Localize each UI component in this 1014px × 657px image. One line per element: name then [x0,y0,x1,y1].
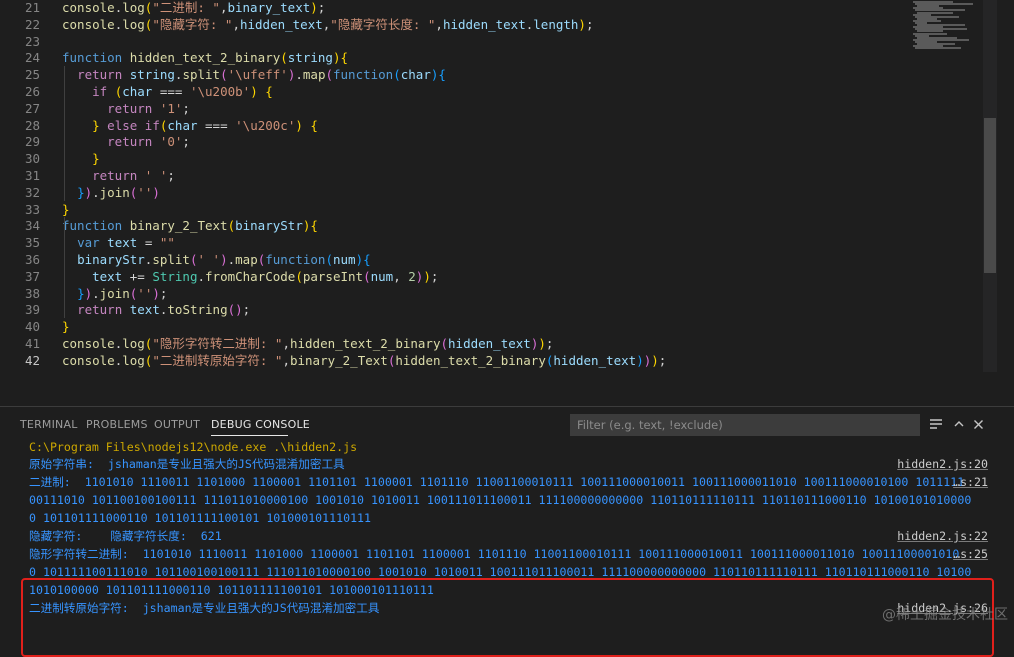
code-text: } [62,201,70,217]
line-number: 31 [24,168,40,183]
code-text: return '0'; [107,134,190,150]
code-text: return ' '; [92,168,175,183]
line-number: 23 [24,33,40,49]
console-line: 原始字符串: jshaman是专业且强大的JS代码混淆加密工具 [29,457,345,471]
line-number: 21 [24,0,40,15]
tab-output[interactable]: OUTPUT [154,418,200,431]
line-number: 37 [24,268,40,284]
line-number: 30 [24,151,40,167]
tab-debug-console[interactable]: DEBUG CONSOLE [211,418,310,431]
line-number: 38 [24,285,40,301]
source-link[interactable]: hidden2.js:22 [897,528,988,545]
bottom-panel: TERMINAL PROBLEMS OUTPUT DEBUG CONSOLE F… [0,406,1014,657]
console-line: 1010100000 101101111000110 1011011111001… [29,583,434,597]
console-line: 隐形字符转二进制: 1101010 1110011 1101000 110000… [29,547,960,561]
code-text: var text = "" [77,235,175,251]
code-text: } [92,151,100,167]
line-number: 41 [24,336,40,351]
line-number: 27 [24,100,40,116]
console-line: 二进制转原始字符: jshaman是专业且强大的JS代码混淆加密工具 [29,601,380,615]
line-number: 35 [24,235,40,251]
code-text: console.log("隐形字符转二进制: ",hidden_text_2_b… [62,336,554,351]
code-text: console.log("隐藏字符: ",hidden_text,"隐藏字符长度… [62,16,594,32]
indent-guide [64,66,65,201]
line-number: 34 [24,218,40,234]
source-link[interactable]: …s:21 [953,474,988,491]
panel-tabs: TERMINAL PROBLEMS OUTPUT DEBUG CONSOLE [0,407,560,441]
line-number: 29 [24,134,40,150]
editor-scrollbar[interactable] [983,0,997,372]
minimap[interactable] [913,0,983,50]
word-wrap-icon[interactable] [926,414,946,434]
line-number: 22 [24,16,40,32]
line-number: 33 [24,201,40,217]
code-text: } else if(char === '\u200c') { [92,117,318,133]
line-number: 40 [24,319,40,335]
code-text: if (char === '\u200b') { [92,84,273,99]
code-text: console.log("二进制转原始字符: ",binary_2_Text(h… [62,352,667,368]
code-text: text += String.fromCharCode(parseInt(num… [92,268,439,284]
line-number: 26 [24,84,40,99]
code-editor[interactable]: 21 console.log("二进制: ",binary_text); 22 con… [0,0,1014,372]
code-text: function binary_2_Text(binaryStr){ [62,218,318,234]
tab-terminal[interactable]: TERMINAL [20,418,78,431]
code-text: } [62,319,70,335]
line-number: 42 [24,352,40,368]
code-text: console.log("二进制: ",binary_text); [62,0,326,15]
active-tab-indicator [211,435,288,436]
code-text: }).join('') [77,184,160,200]
console-filter-input[interactable]: Filter (e.g. text, !exclude) [570,414,920,436]
console-line: 隐藏字符: 隐藏字符长度: 621 [29,529,222,543]
line-number: 36 [24,252,40,267]
code-text: function hidden_text_2_binary(string){ [62,50,348,66]
code-text: return string.split('\ufeff').map(functi… [77,67,446,83]
code-text: }).join(''); [77,285,168,301]
source-link[interactable]: hidden2.js:20 [897,456,988,473]
line-number: 39 [24,302,40,318]
console-line: 0 101111100111010 101100100100111 111011… [29,565,972,579]
line-number: 28 [24,117,40,133]
line-number: 25 [24,67,40,83]
tab-problems[interactable]: PROBLEMS [86,418,148,431]
indent-guide [64,217,65,319]
watermark: @稀土掘金技术社区 [882,607,1008,623]
code-text: return '1'; [107,100,190,116]
console-line: 二进制: 1101010 1110011 1101000 1100001 110… [29,475,965,489]
minimap-line [915,47,961,50]
scrollbar-thumb[interactable] [984,118,996,273]
code-text: binaryStr.split(' ').map(function(num){ [77,252,371,267]
line-number: 32 [24,184,40,200]
console-command: C:\Program Files\nodejs12\node.exe .\hid… [29,440,358,454]
close-icon[interactable] [968,414,988,434]
chevron-up-icon[interactable] [949,414,969,434]
console-line: 00111010 101100100100111 111011010000100… [29,493,972,507]
line-number: 24 [24,50,40,66]
code-text: return text.toString(); [77,302,251,318]
source-link[interactable]: …s:25 [953,546,988,563]
console-line: 0 101101111000110 101101111100101 101000… [29,511,372,525]
